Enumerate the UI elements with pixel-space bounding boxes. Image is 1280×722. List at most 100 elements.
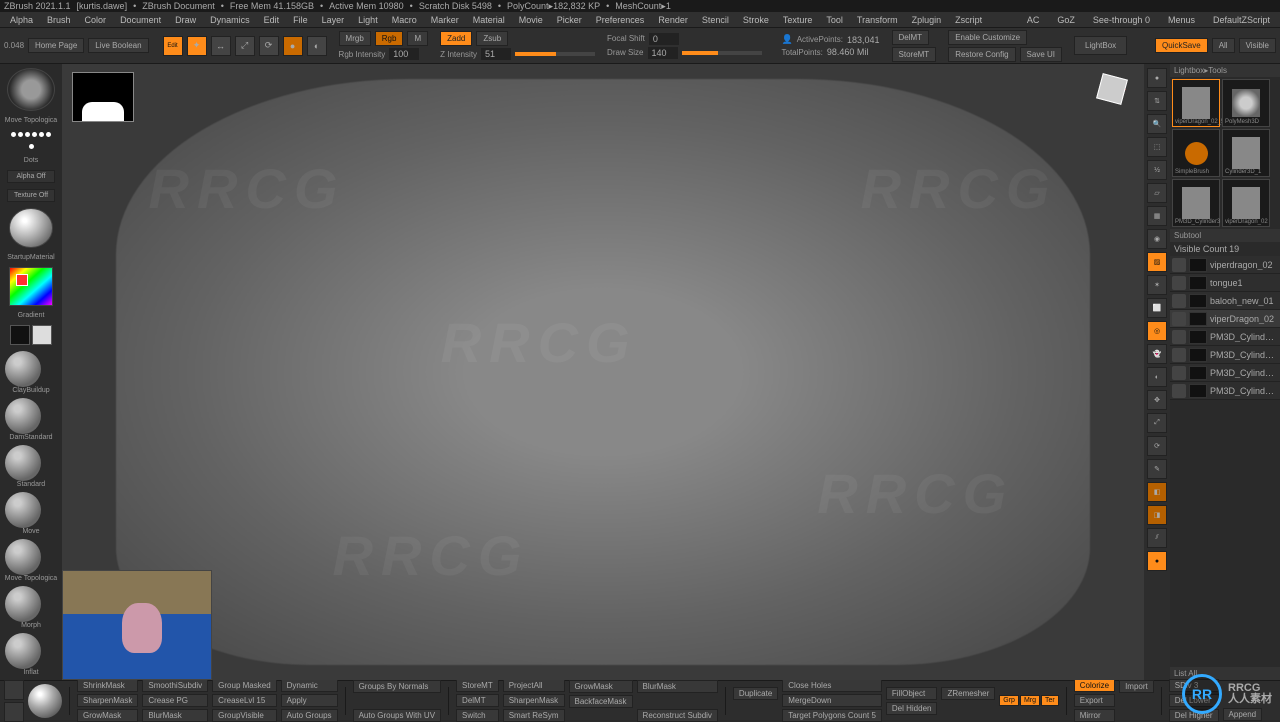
polyframe-icon[interactable]: ▨ <box>1147 252 1167 272</box>
bottom-sharpenmask[interactable]: SharpenMask <box>503 694 565 707</box>
tool-thumb[interactable]: PolyMesh3D <box>1222 79 1270 127</box>
color-picker[interactable] <box>9 267 53 306</box>
menu-macro[interactable]: Macro <box>386 13 423 27</box>
brush-inflat[interactable] <box>5 633 41 669</box>
menu-zscript[interactable]: Zscript <box>949 13 988 27</box>
bottom-growmask[interactable]: GrowMask <box>77 709 138 722</box>
dynamesh-icon[interactable]: ◧ <box>1147 482 1167 502</box>
brush-morph[interactable] <box>5 586 41 622</box>
enable-customize-button[interactable]: Enable Customize <box>948 30 1027 45</box>
remesh-icon[interactable]: ◨ <box>1147 505 1167 525</box>
stroke-dots[interactable] <box>9 130 53 151</box>
bottom-sharpenmask[interactable]: SharpenMask <box>77 694 138 707</box>
bottom-growmask[interactable]: GrowMask <box>569 680 633 693</box>
move-icon[interactable]: ✥ <box>1147 390 1167 410</box>
bottom-dynamic[interactable]: Dynamic <box>281 679 338 692</box>
gizmo-button[interactable]: ● <box>283 36 303 56</box>
delmt-button[interactable]: DelMT <box>892 30 930 45</box>
menu-stroke[interactable]: Stroke <box>737 13 775 27</box>
move-mode-button[interactable]: ↔ <box>211 36 231 56</box>
visibility-icon[interactable] <box>1172 330 1186 344</box>
ghost-icon[interactable]: 👻 <box>1147 344 1167 364</box>
bottom-backfacemask[interactable]: BackfaceMask <box>569 695 633 708</box>
bottom-crease-pg[interactable]: Crease PG <box>142 694 208 707</box>
arrows-icon[interactable]: ⇅ <box>1147 91 1167 111</box>
bottom-blurmask[interactable]: BlurMask <box>637 680 718 693</box>
visibility-icon[interactable] <box>1172 258 1186 272</box>
menu-right-ac[interactable]: AC <box>1021 13 1046 27</box>
rotate-icon[interactable]: ⟳ <box>1147 436 1167 456</box>
bottom-colorize[interactable]: Colorize <box>1074 679 1115 692</box>
home-page-button[interactable]: Home Page <box>28 38 84 53</box>
menu-file[interactable]: File <box>287 13 314 27</box>
subtool-item[interactable]: PM3D_Cylinder3D_2 <box>1170 382 1280 400</box>
bottom-mergedown[interactable]: MergeDown <box>782 694 882 707</box>
save-ui-button[interactable]: Save UI <box>1020 47 1062 62</box>
local-icon[interactable]: ◉ <box>1147 229 1167 249</box>
sculptris-button[interactable]: ◐ <box>307 36 327 56</box>
lightbox-header[interactable]: Lightbox▸Tools <box>1170 64 1280 77</box>
brush-preview[interactable] <box>7 68 55 111</box>
bottom-close-holes[interactable]: Close Holes <box>782 679 882 692</box>
bottom-blurmask[interactable]: BlurMask <box>142 709 208 722</box>
bottom-export[interactable]: Export <box>1074 694 1115 707</box>
draw-size-slider[interactable] <box>682 51 762 55</box>
menu-right-goz[interactable]: GoZ <box>1051 13 1081 27</box>
menu-draw[interactable]: Draw <box>169 13 202 27</box>
menu-preferences[interactable]: Preferences <box>590 13 651 27</box>
texture-off-button[interactable]: Texture Off <box>7 189 55 202</box>
color-swatch-white[interactable] <box>32 325 52 345</box>
subtool-item[interactable]: tongue1 <box>1170 274 1280 292</box>
live-boolean-button[interactable]: Live Boolean <box>88 38 148 53</box>
menu-movie[interactable]: Movie <box>513 13 549 27</box>
all-button[interactable]: All <box>1212 38 1235 53</box>
z-intensity-value[interactable]: 51 <box>481 48 511 60</box>
zsub-button[interactable]: Zsub <box>476 31 508 46</box>
bottom-zremesher[interactable]: ZRemesher <box>941 687 995 700</box>
tool-thumb[interactable]: viperDragon_02_50 <box>1172 79 1220 127</box>
menu-color[interactable]: Color <box>79 13 113 27</box>
sculpt-mesh[interactable] <box>116 79 1090 664</box>
bottom-storemt[interactable]: StoreMT <box>456 679 499 692</box>
menu-alpha[interactable]: Alpha <box>4 13 39 27</box>
floor-icon[interactable]: ▦ <box>1147 206 1167 226</box>
menu-layer[interactable]: Layer <box>316 13 351 27</box>
menu-transform[interactable]: Transform <box>851 13 904 27</box>
subtool-item[interactable]: balooh_new_01 <box>1170 292 1280 310</box>
storemt-button[interactable]: StoreMT <box>892 47 937 62</box>
visibility-icon[interactable] <box>1172 312 1186 326</box>
bottom-groups-by-normals[interactable]: Groups By Normals <box>353 680 441 693</box>
visibility-icon[interactable] <box>1172 366 1186 380</box>
frame-icon[interactable]: ⬜ <box>1147 298 1167 318</box>
bottom-shrinkmask[interactable]: ShrinkMask <box>77 679 138 692</box>
scale-icon[interactable]: ⤢ <box>1147 413 1167 433</box>
subtool-item[interactable]: viperdragon_02 <box>1170 256 1280 274</box>
mrgb-button[interactable]: Mrgb <box>339 31 371 46</box>
bottom-smoothisubdiv[interactable]: SmoothiSubdiv <box>142 679 208 692</box>
bottom-apply[interactable]: Apply <box>281 694 338 707</box>
visibility-icon[interactable] <box>1172 348 1186 362</box>
bot-icon-2[interactable] <box>4 702 24 722</box>
zoom-icon[interactable]: 🔍 <box>1147 114 1167 134</box>
bottom-delmt[interactable]: DelMT <box>456 694 499 707</box>
subtool-header[interactable]: Subtool <box>1170 229 1280 242</box>
menu-tool[interactable]: Tool <box>820 13 849 27</box>
bottom-fillobject[interactable]: FillObject <box>886 687 938 700</box>
bottom-auto-groups[interactable]: Auto Groups <box>281 709 338 722</box>
menu-document[interactable]: Document <box>114 13 167 27</box>
bot-icon-1[interactable] <box>4 680 24 700</box>
bottom-mirror[interactable]: Mirror <box>1074 709 1115 722</box>
subtool-item[interactable]: PM3D_Cylinder3D6_3 <box>1170 328 1280 346</box>
z-intensity-slider[interactable] <box>515 52 595 56</box>
quicksave-button[interactable]: QuickSave <box>1155 38 1208 53</box>
transp-icon[interactable]: ◐ <box>1147 367 1167 387</box>
bottom-smart-resym[interactable]: Smart ReSym <box>503 709 565 722</box>
brush-move[interactable] <box>5 492 41 528</box>
alpha-thumbnail[interactable] <box>72 72 134 122</box>
menu-edit[interactable]: Edit <box>258 13 286 27</box>
sphere-icon[interactable]: ● <box>1147 68 1167 88</box>
menu-texture[interactable]: Texture <box>777 13 819 27</box>
visible-button[interactable]: Visible <box>1239 38 1276 53</box>
menu-render[interactable]: Render <box>652 13 694 27</box>
menu-brush[interactable]: Brush <box>41 13 77 27</box>
